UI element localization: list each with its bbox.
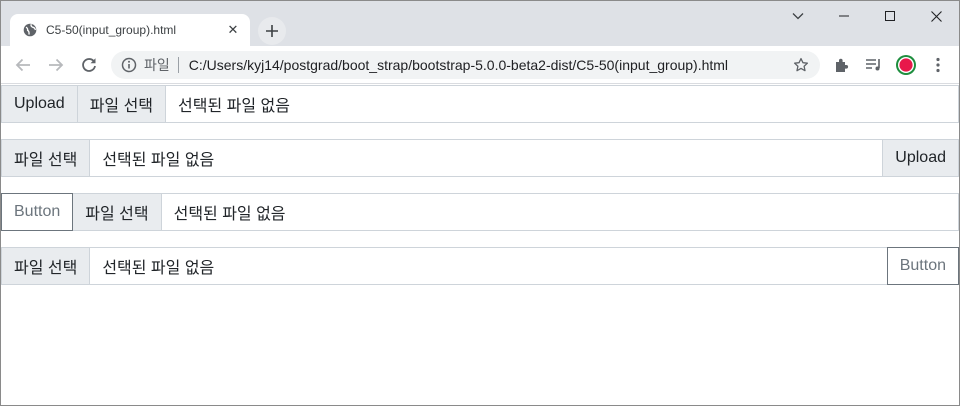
file-choose-button[interactable]: 파일 선택	[1, 139, 91, 177]
close-window-button[interactable]	[913, 1, 959, 31]
file-status-text[interactable]: 선택된 파일 없음	[90, 247, 887, 285]
outline-button[interactable]: Button	[1, 193, 74, 231]
file-status-text[interactable]: 선택된 파일 없음	[166, 85, 959, 123]
minimize-button[interactable]	[821, 1, 867, 31]
maximize-button[interactable]	[867, 1, 913, 31]
file-choose-button[interactable]: 파일 선택	[1, 247, 91, 285]
input-group-1: Upload 파일 선택 선택된 파일 없음	[1, 85, 959, 123]
plus-icon	[266, 25, 278, 37]
back-button[interactable]	[11, 53, 35, 77]
tab-title: C5-50(input_group).html	[46, 23, 177, 37]
file-choose-button[interactable]: 파일 선택	[77, 85, 167, 123]
menu-button[interactable]	[926, 53, 950, 77]
address-bar[interactable]: 파일 C:/Users/kyj14/postgrad/boot_strap/bo…	[111, 51, 820, 79]
upload-label: Upload	[1, 85, 78, 123]
more-vert-icon	[936, 57, 940, 73]
browser-toolbar: 파일 C:/Users/kyj14/postgrad/boot_strap/bo…	[1, 46, 959, 84]
input-group-4: 파일 선택 선택된 파일 없음 Button	[1, 247, 959, 285]
tab-close-icon[interactable]: ✕	[222, 19, 244, 41]
minimize-icon	[839, 15, 849, 17]
chevron-down-icon	[792, 13, 804, 20]
profile-avatar[interactable]	[894, 53, 918, 77]
arrow-left-icon	[15, 58, 30, 72]
file-choose-button[interactable]: 파일 선택	[73, 193, 162, 231]
extensions-button[interactable]	[830, 53, 854, 77]
browser-tab[interactable]: C5-50(input_group).html ✕	[10, 14, 250, 46]
forward-button[interactable]	[44, 53, 68, 77]
bookmark-star-icon[interactable]	[787, 51, 815, 79]
url-text[interactable]: C:/Users/kyj14/postgrad/boot_strap/boots…	[189, 57, 787, 73]
omnibox-divider	[177, 57, 179, 73]
profile-icon	[896, 55, 916, 75]
tab-search-button[interactable]	[775, 1, 821, 31]
reload-icon	[82, 58, 96, 72]
site-chip[interactable]: 파일	[144, 55, 170, 75]
file-status-text[interactable]: 선택된 파일 없음	[90, 139, 884, 177]
arrow-right-icon	[49, 58, 64, 72]
outline-button[interactable]: Button	[886, 247, 959, 285]
new-tab-button[interactable]	[258, 17, 286, 45]
reload-button[interactable]	[77, 53, 101, 77]
file-status-text[interactable]: 선택된 파일 없음	[161, 193, 959, 231]
media-control-button[interactable]	[862, 53, 886, 77]
input-group-2: 파일 선택 선택된 파일 없음 Upload	[1, 139, 959, 177]
page-content: Upload 파일 선택 선택된 파일 없음 파일 선택 선택된 파일 없음 U…	[1, 85, 959, 405]
upload-label: Upload	[883, 139, 959, 177]
playlist-icon	[866, 59, 880, 71]
globe-icon	[23, 23, 37, 37]
puzzle-icon	[836, 58, 849, 72]
tab-strip: C5-50(input_group).html ✕	[1, 1, 959, 46]
info-icon[interactable]	[121, 57, 137, 73]
maximize-icon	[885, 11, 895, 21]
input-group-3: Button 파일 선택 선택된 파일 없음	[1, 193, 959, 231]
close-icon	[930, 10, 942, 22]
